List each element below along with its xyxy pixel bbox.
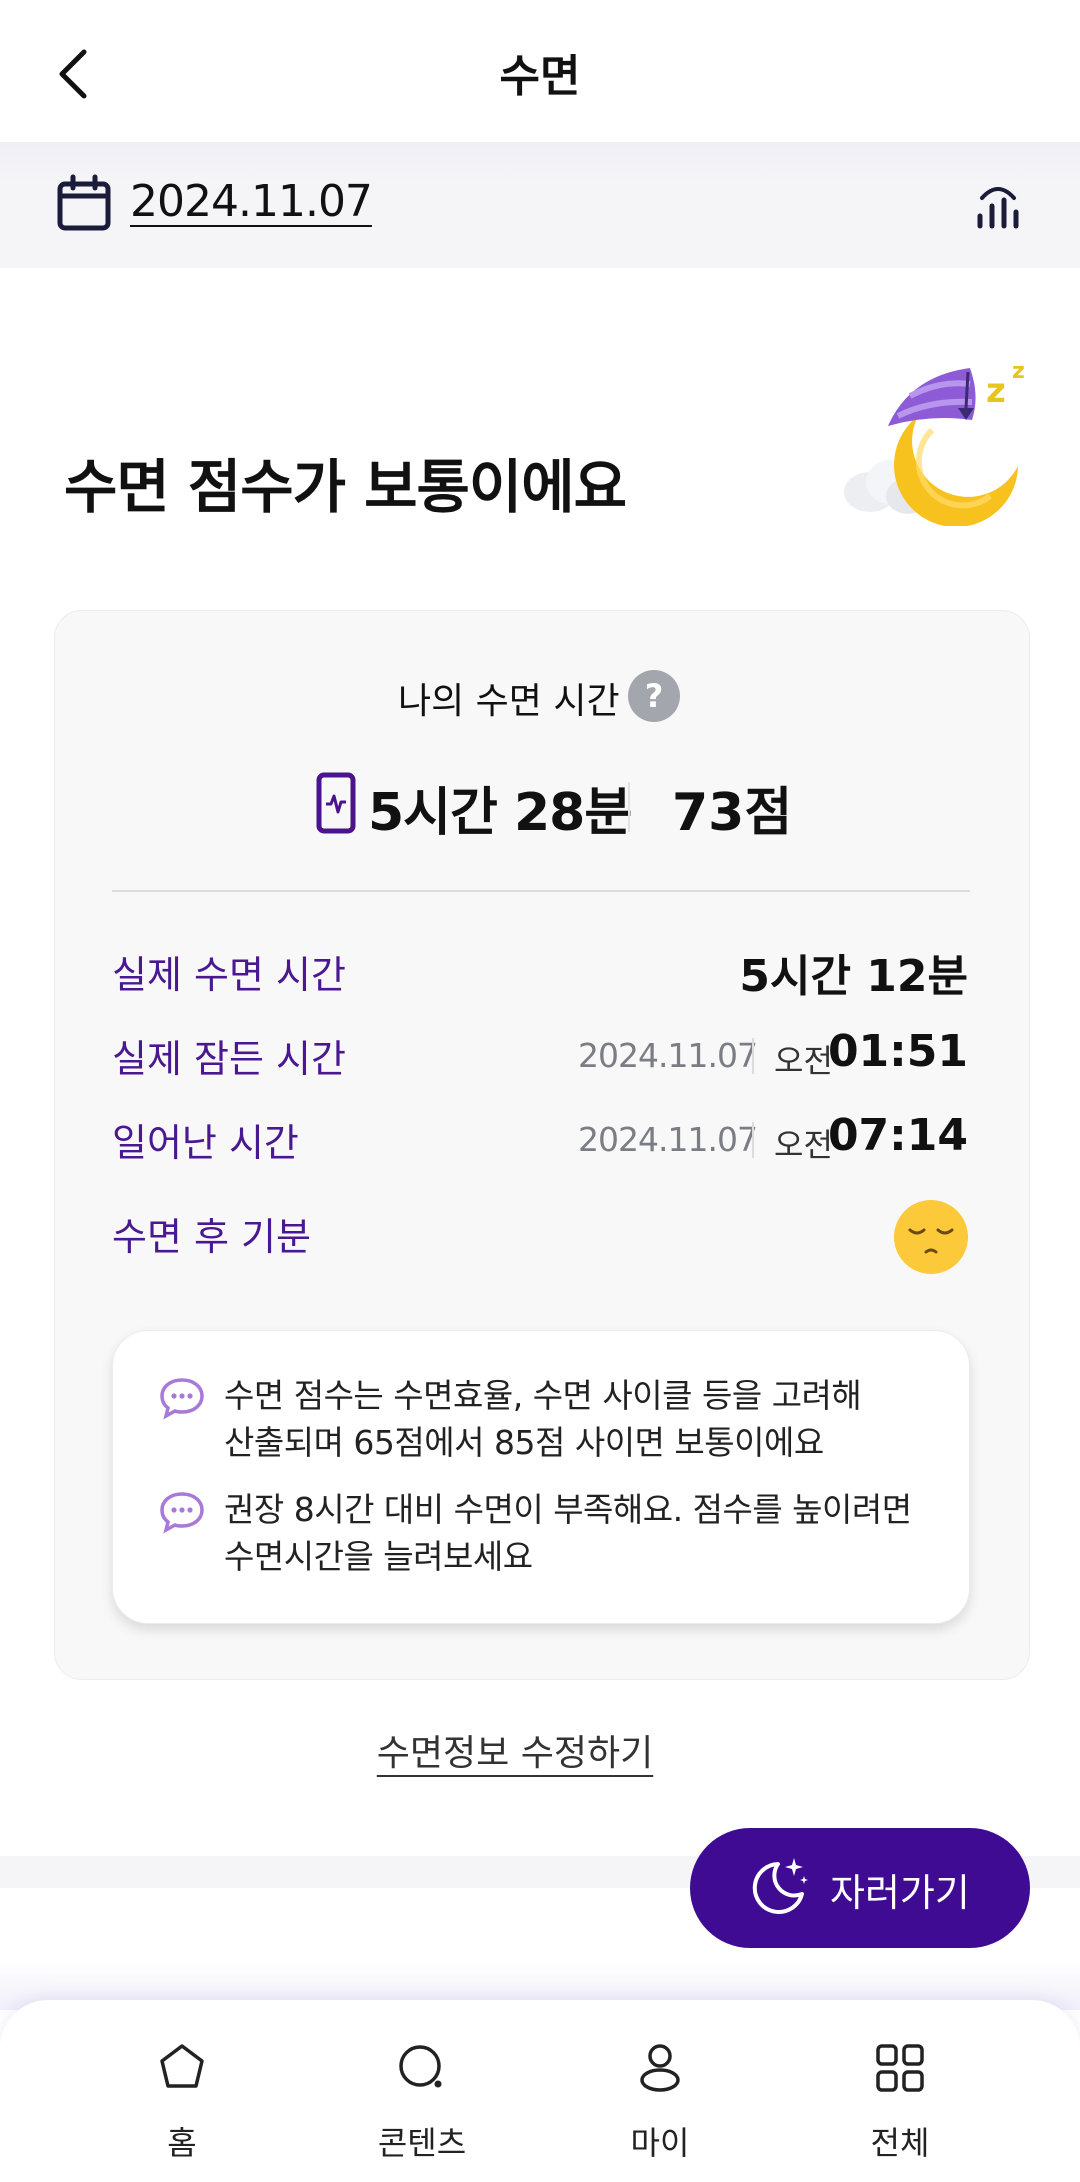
- fell-asleep-ampm: 오전: [774, 1042, 833, 1080]
- home-icon: [160, 2044, 204, 2088]
- tab-my[interactable]: 마이: [580, 2040, 740, 2170]
- moon-sparkle-icon: [752, 1858, 808, 1914]
- fell-asleep-time: 01:51: [827, 1026, 968, 1077]
- grid-icon: [876, 2044, 924, 2092]
- svg-text:z: z: [986, 371, 1006, 411]
- mood-label: 수면 후 기분: [112, 1215, 311, 1259]
- content-icon: [399, 2045, 442, 2088]
- card-title: 나의 수면 시간: [398, 681, 620, 722]
- woke-up-time: 07:14: [827, 1110, 968, 1161]
- tip-text: 권장 8시간 대비 수면이 부족해요. 점수를 높이려면 수면시간을 늘려보세요: [224, 1490, 912, 1576]
- total-sleep-time: 5시간 28분: [368, 783, 632, 843]
- selected-date[interactable]: 2024.11.07: [130, 176, 373, 227]
- help-icon[interactable]: ?: [628, 670, 680, 722]
- woke-up-ampm: 오전: [774, 1126, 833, 1164]
- svg-text:z: z: [1012, 359, 1025, 384]
- woke-up-label: 일어난 시간: [112, 1121, 299, 1165]
- person-icon: [640, 2044, 680, 2092]
- calendar-icon[interactable]: [56, 174, 112, 232]
- divider: [752, 1122, 754, 1158]
- tip-text: 수면 점수는 수면효율, 수면 사이클 등을 고려해 산출되며 65점에서 85…: [224, 1376, 862, 1462]
- sleep-score: 73점: [672, 783, 793, 843]
- actual-sleep-label: 실제 수면 시간: [112, 953, 346, 997]
- tab-home[interactable]: 홈: [102, 2040, 262, 2170]
- sleeping-moon-icon: z z: [844, 359, 1025, 526]
- phone-heartbeat-icon: [316, 772, 356, 834]
- sleepy-face-icon: [894, 1200, 968, 1274]
- tab-all[interactable]: 전체: [820, 2040, 980, 2170]
- tab-content[interactable]: 콘텐츠: [342, 2040, 502, 2170]
- top-app-bar: 수면: [0, 0, 1080, 142]
- sleep-score-headline: 수면 점수가 보통이에요: [64, 453, 627, 521]
- actual-sleep-value: 5시간 12분: [739, 951, 968, 1002]
- go-to-sleep-label: 자러가기: [830, 1871, 970, 1915]
- edit-sleep-info-link[interactable]: 수면정보 수정하기: [0, 1724, 1030, 1776]
- divider: [752, 1038, 754, 1074]
- woke-up-date: 2024.11.07: [578, 1120, 758, 1159]
- divider: [628, 782, 630, 832]
- statistics-icon[interactable]: [970, 172, 1026, 232]
- chat-bubble-icon: [160, 1378, 204, 1420]
- chat-bubble-icon: [160, 1492, 204, 1534]
- page-title: 수면: [499, 51, 581, 102]
- fell-asleep-date: 2024.11.07: [578, 1036, 758, 1075]
- divider: [112, 890, 970, 892]
- fell-asleep-label: 실제 잠든 시간: [112, 1037, 346, 1081]
